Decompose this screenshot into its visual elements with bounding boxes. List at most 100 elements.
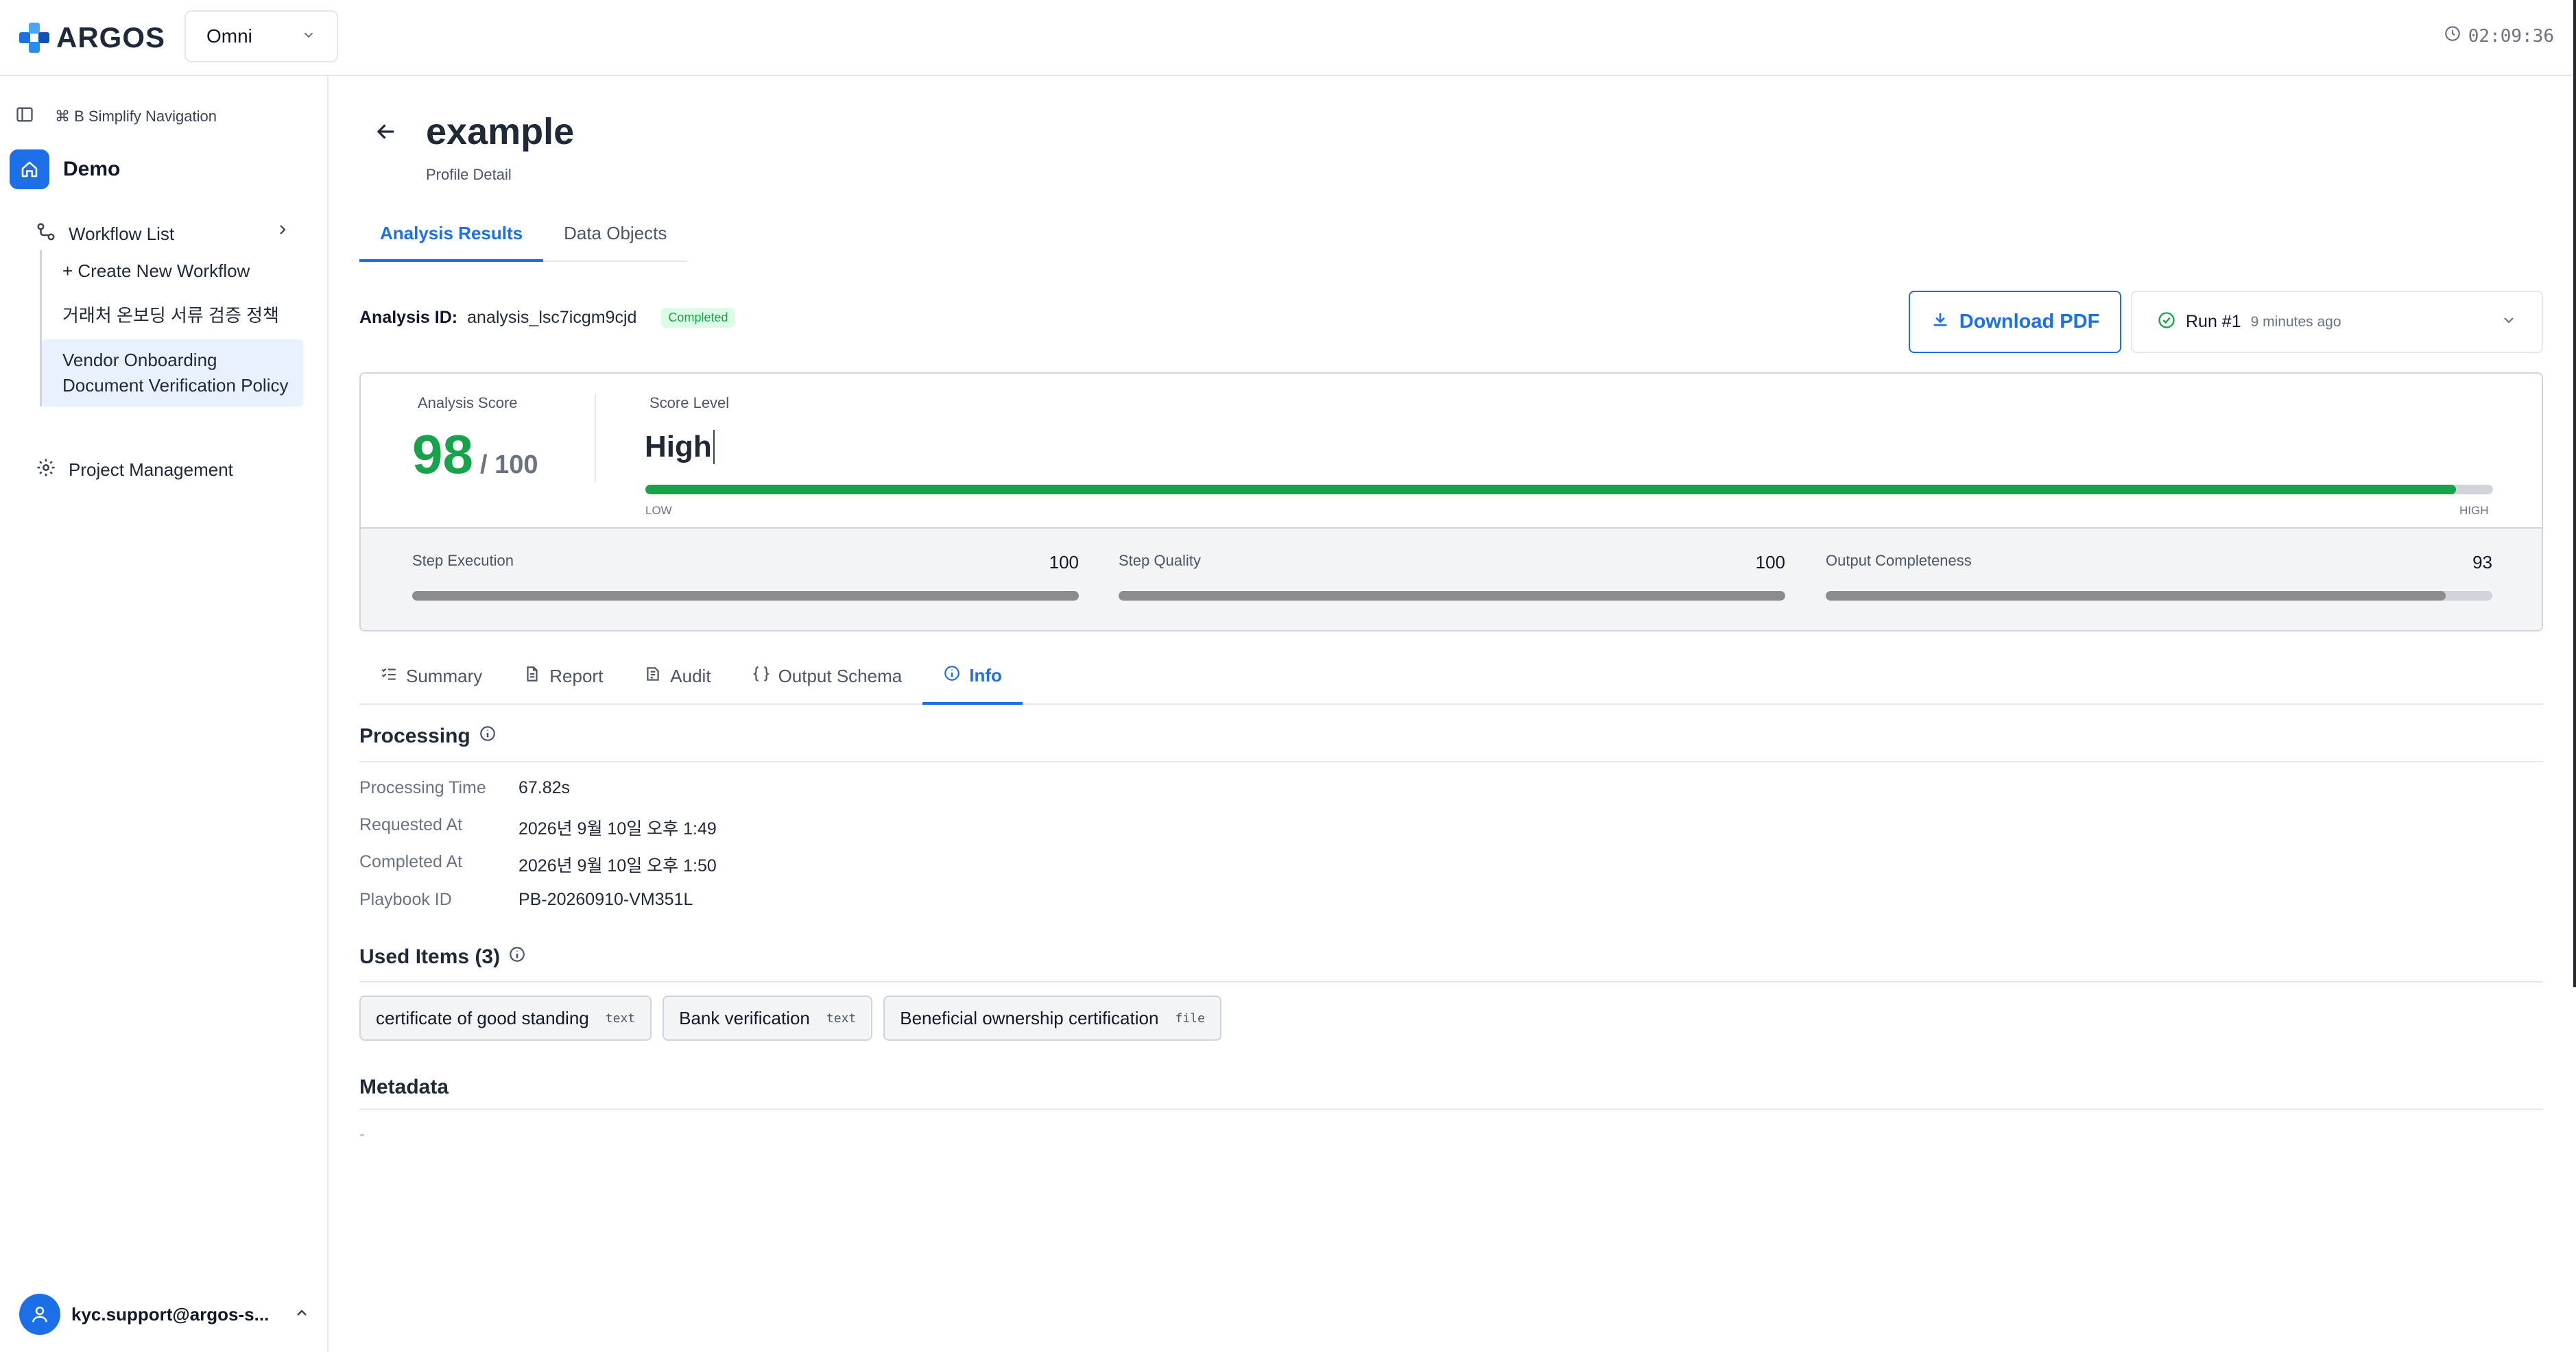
metric-step-execution: Step Execution 100 bbox=[412, 552, 1079, 601]
processing-row: Completed At 2026년 9월 10일 오후 1:50 bbox=[359, 852, 717, 877]
metric-value: 100 bbox=[1049, 552, 1079, 572]
score-level-fill bbox=[645, 485, 2457, 494]
metadata-heading-text: Metadata bbox=[359, 1076, 449, 1098]
top-tabs: Analysis Results Data Objects bbox=[359, 210, 688, 262]
tab-analysis-results[interactable]: Analysis Results bbox=[359, 210, 544, 262]
analysis-id-label: Analysis ID: bbox=[359, 308, 458, 327]
chevron-up-icon bbox=[294, 1305, 310, 1325]
tab-info[interactable]: Info bbox=[922, 649, 1023, 705]
sidebar-item-workflow-korean[interactable]: 거래처 온보딩 서류 검증 정책 bbox=[42, 292, 303, 339]
analysis-score-label: Analysis Score bbox=[418, 394, 518, 411]
info-icon bbox=[943, 664, 961, 687]
processing-heading: Processing bbox=[359, 725, 497, 748]
processing-value: 2026년 9월 10일 오후 1:50 bbox=[518, 856, 717, 876]
info-icon[interactable] bbox=[508, 945, 526, 969]
used-item-type: text bbox=[605, 1011, 636, 1026]
top-bar: ARGOS Omni 02:09:36 bbox=[0, 0, 2576, 76]
tab-output-schema[interactable]: Output Schema bbox=[732, 649, 923, 703]
score-level-low: LOW bbox=[645, 504, 672, 517]
demo-label: Demo bbox=[63, 158, 121, 180]
download-pdf-label: Download PDF bbox=[1959, 311, 2100, 333]
home-icon bbox=[10, 149, 49, 189]
tab-audit-label: Audit bbox=[670, 666, 711, 686]
score-level-label: Score Level bbox=[649, 394, 730, 411]
sidebar-item-project-management[interactable]: Project Management bbox=[36, 457, 233, 483]
project-management-label: Project Management bbox=[69, 459, 233, 480]
used-item-type: file bbox=[1175, 1011, 1205, 1026]
metric-bar-fill bbox=[1826, 591, 2446, 601]
tab-data-objects[interactable]: Data Objects bbox=[543, 210, 687, 261]
detail-tabs: Summary Report Audit Output Schema Info bbox=[359, 649, 2543, 705]
tab-summary-label: Summary bbox=[406, 666, 483, 686]
used-items-heading-text: Used Items (3) bbox=[359, 945, 501, 968]
clock-time: 02:09:36 bbox=[2468, 25, 2554, 47]
score-metrics: Step Execution 100 Step Quality 100 Outp… bbox=[361, 527, 2542, 630]
info-icon[interactable] bbox=[479, 725, 497, 748]
user-avatar-icon bbox=[19, 1294, 60, 1335]
download-icon bbox=[1931, 310, 1950, 335]
processing-value: 67.82s bbox=[518, 778, 571, 797]
simplify-navigation-label: ⌘ B Simplify Navigation bbox=[55, 108, 217, 125]
divider bbox=[359, 1109, 2543, 1110]
metric-label: Step Quality bbox=[1119, 552, 1201, 569]
analysis-score-value: 98 bbox=[412, 424, 473, 485]
used-items-list: certificate of good standing text Bank v… bbox=[359, 995, 1221, 1041]
metric-value: 93 bbox=[2472, 552, 2492, 572]
workspace-select[interactable]: Omni bbox=[184, 10, 338, 62]
divider bbox=[359, 761, 2543, 762]
metric-bar-fill bbox=[412, 591, 1079, 601]
sidebar-item-workflow-list[interactable]: Workflow List bbox=[36, 221, 174, 247]
chevron-down-icon bbox=[301, 27, 316, 46]
score-divider bbox=[595, 394, 596, 482]
metric-label: Output Completeness bbox=[1826, 552, 1972, 569]
brand-name: ARGOS bbox=[56, 21, 166, 53]
processing-row: Requested At 2026년 9월 10일 오후 1:49 bbox=[359, 815, 717, 840]
metric-bar-fill bbox=[1119, 591, 1785, 601]
workspace-value: Omni bbox=[206, 25, 252, 47]
sidebar-item-demo[interactable]: Demo bbox=[10, 149, 120, 189]
processing-key: Processing Time bbox=[359, 778, 486, 797]
chevron-right-icon[interactable] bbox=[274, 221, 291, 241]
tab-output-schema-label: Output Schema bbox=[778, 666, 903, 686]
used-item-chip[interactable]: certificate of good standing text bbox=[359, 995, 652, 1041]
metric-bar bbox=[412, 591, 1079, 601]
analysis-id-row: Analysis ID: analysis_lsc7icgm9cjd Compl… bbox=[359, 308, 735, 328]
argos-logo-icon bbox=[18, 21, 51, 54]
list-check-icon bbox=[380, 665, 398, 688]
processing-row: Processing Time 67.82s bbox=[359, 778, 570, 798]
processing-value: 2026년 9월 10일 오후 1:49 bbox=[518, 819, 717, 838]
clock-icon bbox=[2444, 25, 2461, 47]
sidebar-item-workflow-vendor-onboarding[interactable]: Vendor Onboarding Document Verification … bbox=[42, 339, 303, 407]
user-email: kyc.support@argos-s... bbox=[71, 1303, 270, 1325]
used-item-chip[interactable]: Beneficial ownership certification file bbox=[883, 995, 1221, 1041]
audit-icon bbox=[644, 665, 662, 688]
user-menu[interactable]: kyc.support@argos-s... bbox=[19, 1294, 310, 1335]
tab-report[interactable]: Report bbox=[503, 649, 623, 703]
workflow-submenu: + Create New Workflow 거래처 온보딩 서류 검증 정책 V… bbox=[40, 250, 303, 407]
tab-summary[interactable]: Summary bbox=[359, 649, 503, 703]
status-badge: Completed bbox=[661, 308, 735, 328]
brand-logo[interactable]: ARGOS bbox=[18, 21, 165, 55]
window-edge bbox=[2573, 0, 2576, 987]
document-icon bbox=[523, 665, 541, 688]
analysis-score: 98 / 100 bbox=[412, 423, 538, 486]
used-item-chip[interactable]: Bank verification text bbox=[663, 995, 873, 1041]
gear-icon bbox=[36, 457, 56, 483]
processing-key: Playbook ID bbox=[359, 890, 452, 909]
sidebar-toggle-icon bbox=[15, 105, 34, 128]
run-select[interactable]: Run #1 9 minutes ago bbox=[2131, 291, 2543, 353]
score-level-value: High bbox=[645, 430, 715, 464]
run-time: 9 minutes ago bbox=[2250, 313, 2341, 330]
tab-audit[interactable]: Audit bbox=[623, 649, 731, 703]
braces-icon bbox=[752, 665, 770, 688]
page-subtitle: Profile Detail bbox=[426, 166, 512, 183]
processing-key: Requested At bbox=[359, 815, 463, 834]
metric-output-completeness: Output Completeness 93 bbox=[1826, 552, 2492, 601]
back-arrow-icon[interactable] bbox=[373, 119, 399, 148]
metric-bar bbox=[1119, 591, 1785, 601]
processing-value: PB-20260910-VM351L bbox=[518, 890, 693, 909]
download-pdf-button[interactable]: Download PDF bbox=[1909, 291, 2121, 353]
simplify-navigation-toggle[interactable]: ⌘ B Simplify Navigation bbox=[15, 105, 217, 128]
used-item-type: text bbox=[826, 1011, 857, 1026]
create-workflow-link[interactable]: + Create New Workflow bbox=[42, 250, 303, 292]
